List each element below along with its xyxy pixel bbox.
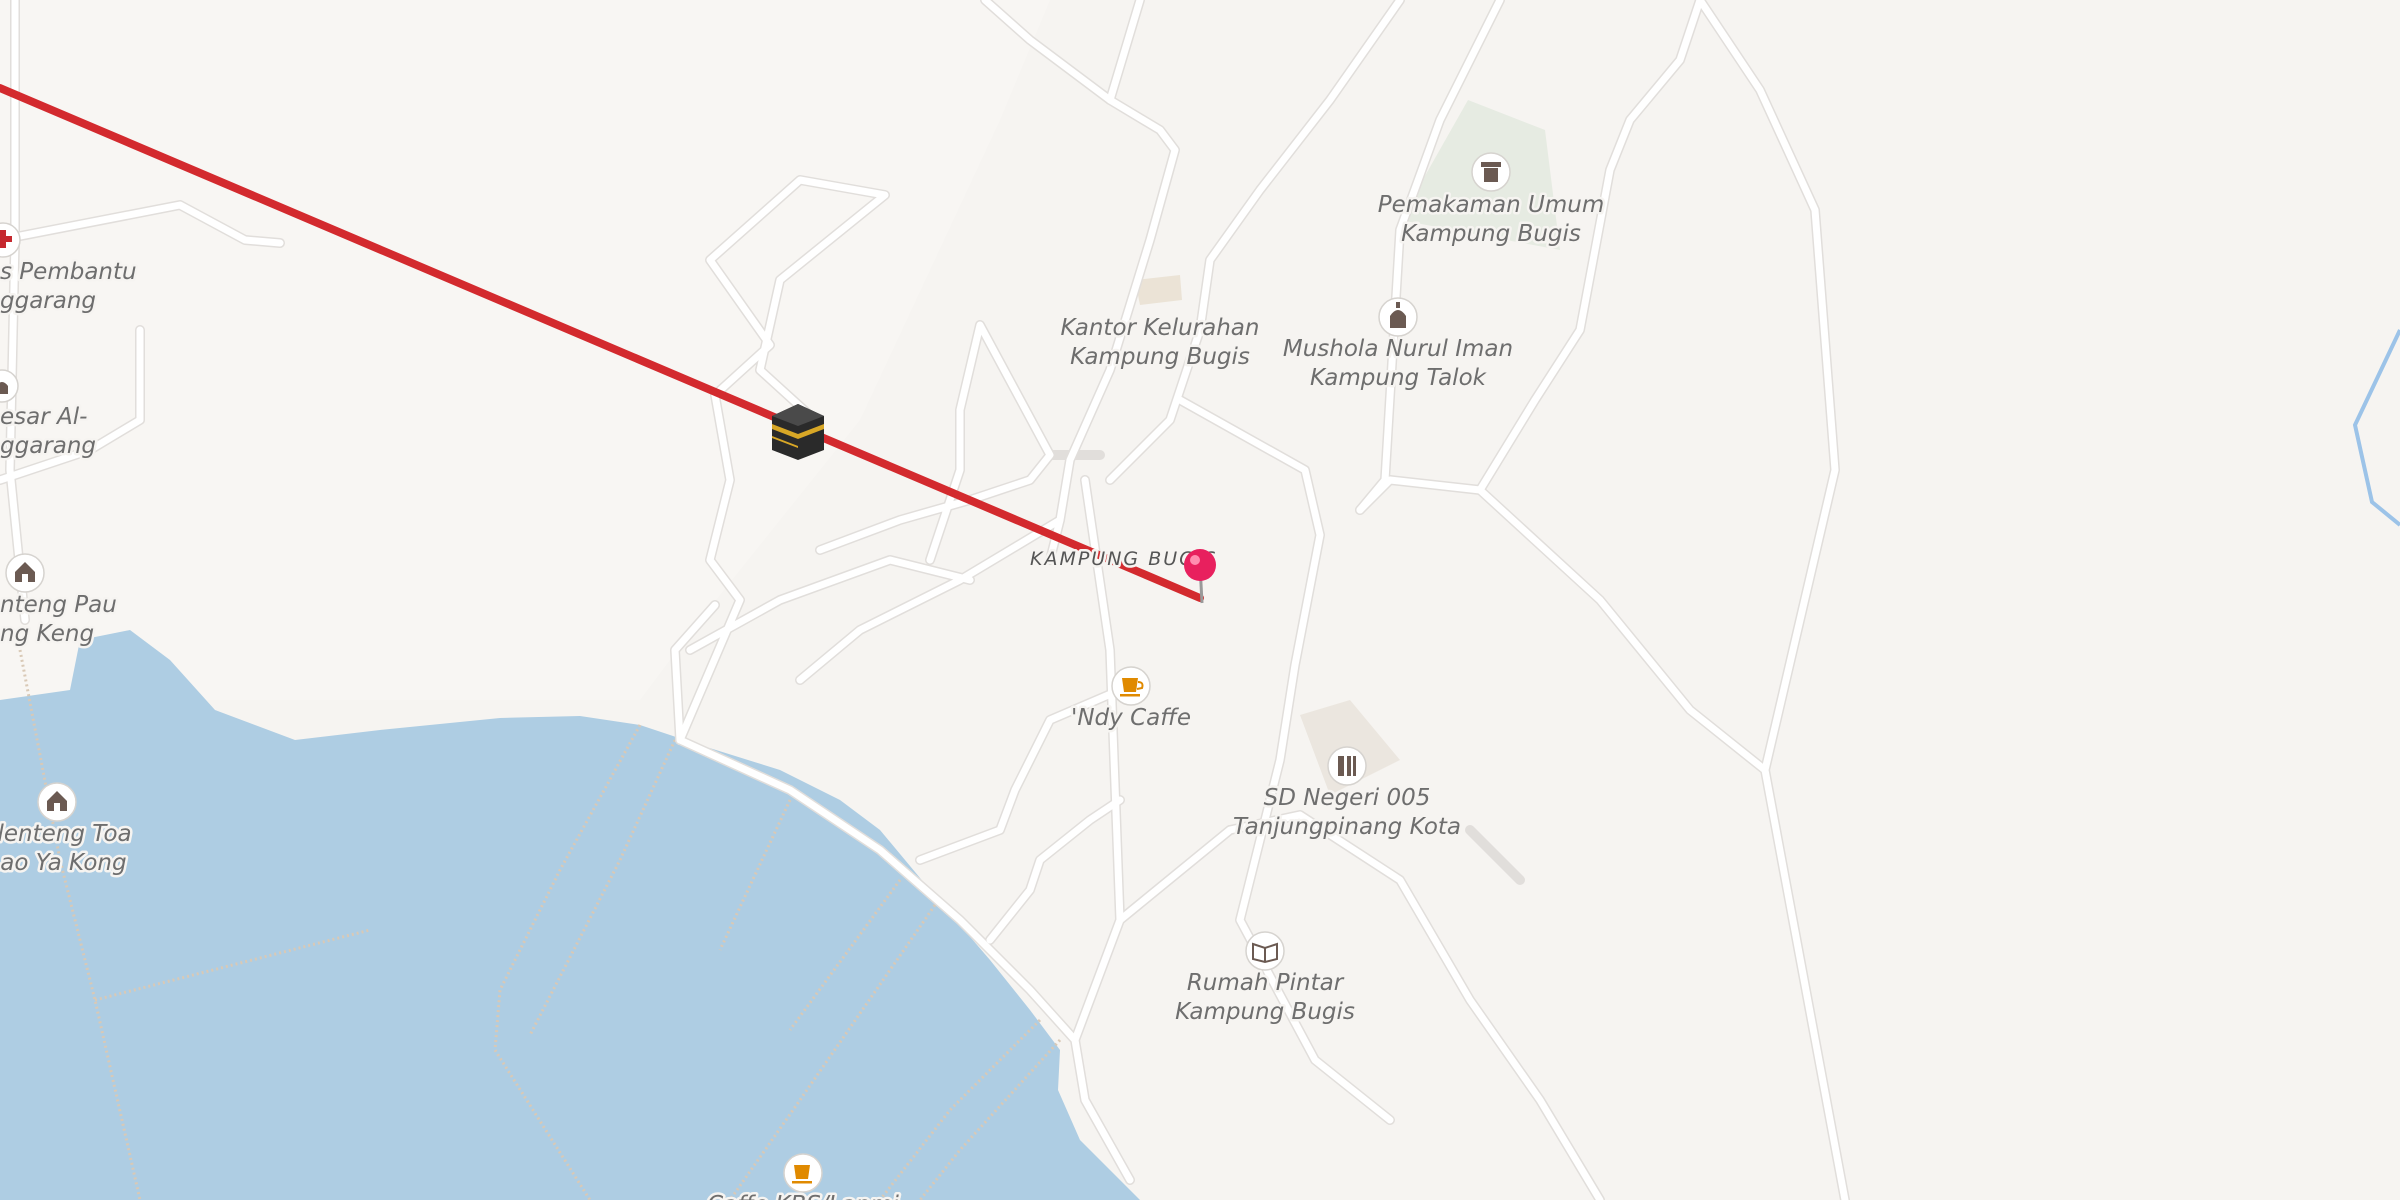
poi-label-line2: Kampung Bugis: [1401, 221, 1581, 247]
poi-label-line1: Caffe KBS/Lapmi: [707, 1192, 899, 1200]
poi-label-line1: 'Ndy Caffe: [1071, 705, 1191, 731]
poi-label-line2: Lao Ya Kong: [0, 850, 127, 876]
poi-label-line2: Kampung Bugis: [1175, 999, 1355, 1025]
poi-label-line1: Klenteng Toa: [0, 821, 132, 847]
poi-label-line2: ng Keng: [0, 621, 94, 647]
poi-label-line1: Pemakaman Umum: [1378, 192, 1605, 218]
poi-label-line1: Kantor Kelurahan: [1061, 315, 1260, 341]
school-icon: [1338, 756, 1356, 776]
poi-label-line1: s Pembantu: [0, 259, 137, 285]
cemetery-icon: [1481, 162, 1501, 182]
poi-label-line1: Rumah Pintar: [1187, 970, 1345, 996]
poi-label-line2: ggarang: [0, 433, 96, 459]
map-canvas[interactable]: KAMPUNG BUGIS Kantor Kelurahan Kampung B…: [0, 0, 2400, 1200]
poi-label-line2: Kampung Talok: [1310, 365, 1488, 391]
poi-label-line1: nteng Pau: [0, 592, 117, 618]
poi-label-line2: Tanjungpinang Kota: [1233, 814, 1461, 840]
poi-label-line2: Kampung Bugis: [1070, 344, 1250, 370]
poi-label-line1: Mushola Nurul Iman: [1283, 336, 1513, 362]
poi-label-line2: ggarang: [0, 288, 96, 314]
poi-label-line1: SD Negeri 005: [1264, 785, 1431, 811]
poi-label-line1: esar Al-: [0, 404, 87, 430]
